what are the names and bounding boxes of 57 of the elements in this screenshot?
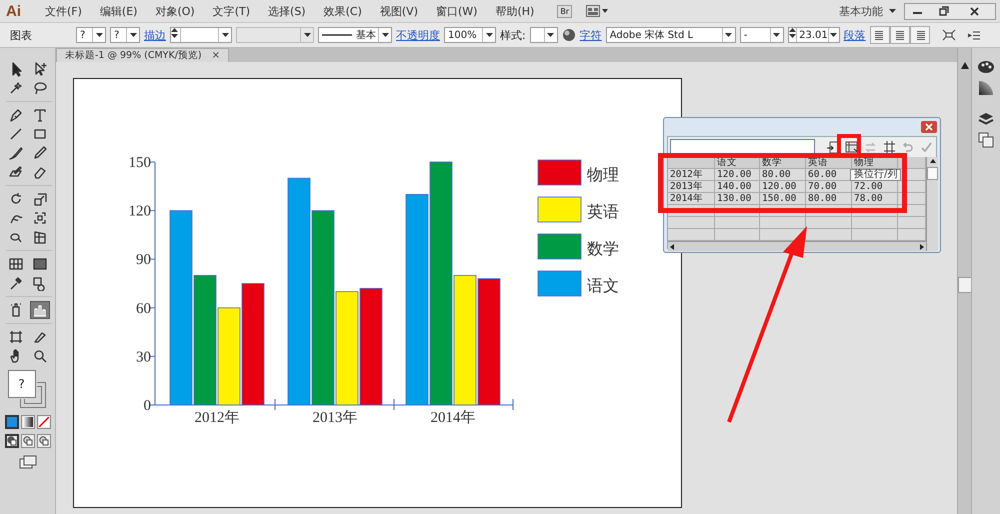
category-label: 2013年 xyxy=(312,410,358,426)
bridge-button[interactable]: Br xyxy=(557,4,572,18)
row-label-cell[interactable]: 2013年 xyxy=(668,181,715,193)
y-tick-label: 0 xyxy=(144,398,151,414)
menu-item[interactable]: 文件(F) xyxy=(36,4,91,18)
legend-label: 数学 xyxy=(587,239,619,258)
y-tick-label: 30 xyxy=(136,349,151,366)
data-cell[interactable]: 80.00 xyxy=(760,169,806,181)
stroke-link[interactable]: 描边 xyxy=(144,28,166,42)
data-cell[interactable]: 130.00 xyxy=(715,193,760,205)
menu-item[interactable]: 效果(C) xyxy=(314,4,371,18)
data-cell[interactable]: 120.00 xyxy=(715,169,760,181)
font-style-dropdown[interactable]: - xyxy=(740,27,784,43)
opacity-field[interactable]: 100% xyxy=(444,27,496,43)
character-link[interactable]: 字符 xyxy=(580,28,602,42)
menu-item[interactable]: 对象(O) xyxy=(146,4,204,18)
paragraph-link[interactable]: 段落 xyxy=(844,28,866,42)
y-tick-label: 60 xyxy=(136,300,151,317)
column-header[interactable]: 数学 xyxy=(760,157,806,169)
legend-label: 英语 xyxy=(587,202,619,221)
font-size-field[interactable]: 23.01 xyxy=(788,27,840,43)
data-cell[interactable]: 80.00 xyxy=(806,193,852,205)
category-label: 2012年 xyxy=(194,410,240,426)
menu-item[interactable]: 视图(V) xyxy=(370,4,427,18)
menu-item[interactable]: 窗口(W) xyxy=(426,4,486,18)
data-cell[interactable]: 150.00 xyxy=(760,193,806,205)
font-family-dropdown[interactable]: Adobe 宋体 Std L xyxy=(606,27,736,43)
y-tick-label: 90 xyxy=(136,252,151,268)
row-label-cell[interactable]: 2012年 xyxy=(668,169,715,181)
tooltip: 换位行/列 xyxy=(850,169,902,181)
data-cell[interactable]: 70.00 xyxy=(806,181,852,193)
y-tick-label: 150 xyxy=(128,155,151,171)
legend-label: 语文 xyxy=(587,276,619,295)
data-cell[interactable]: 72.00 xyxy=(852,181,898,193)
data-cell[interactable]: 60.00 xyxy=(806,169,852,181)
selection-type-label: 图表 xyxy=(10,28,33,42)
app-logo: Ai xyxy=(6,2,22,20)
legend-label: 物理 xyxy=(587,165,619,184)
menu-item[interactable]: 选择(S) xyxy=(259,4,315,18)
fill-swatch[interactable]: ? xyxy=(8,370,36,398)
category-label: 2014年 xyxy=(430,410,476,426)
y-tick-label: 120 xyxy=(128,204,151,220)
workspace-switcher[interactable]: 基本功能 xyxy=(839,4,883,18)
brush-definition-dropdown[interactable]: 基本 xyxy=(318,27,392,43)
document-tab[interactable]: 未标题-1 @ 99% (CMYK/预览) × xyxy=(56,48,230,62)
opacity-link[interactable]: 不透明度 xyxy=(396,28,440,42)
stroke-color-dropdown[interactable]: ? xyxy=(110,27,140,43)
data-cell[interactable]: 140.00 xyxy=(715,181,760,193)
menu-item[interactable]: 编辑(E) xyxy=(90,4,146,18)
menu-item[interactable]: 帮助(H) xyxy=(486,4,544,18)
fill-color-dropdown[interactable]: ? xyxy=(76,27,106,43)
style-label: 样式: xyxy=(500,28,526,42)
data-cell[interactable]: 120.00 xyxy=(760,181,806,193)
data-cell[interactable]: 78.00 xyxy=(852,193,898,205)
row-label-cell[interactable]: 2014年 xyxy=(668,193,715,205)
tab-close-button[interactable]: × xyxy=(212,50,220,61)
menu-item[interactable]: 文字(T) xyxy=(204,4,260,18)
